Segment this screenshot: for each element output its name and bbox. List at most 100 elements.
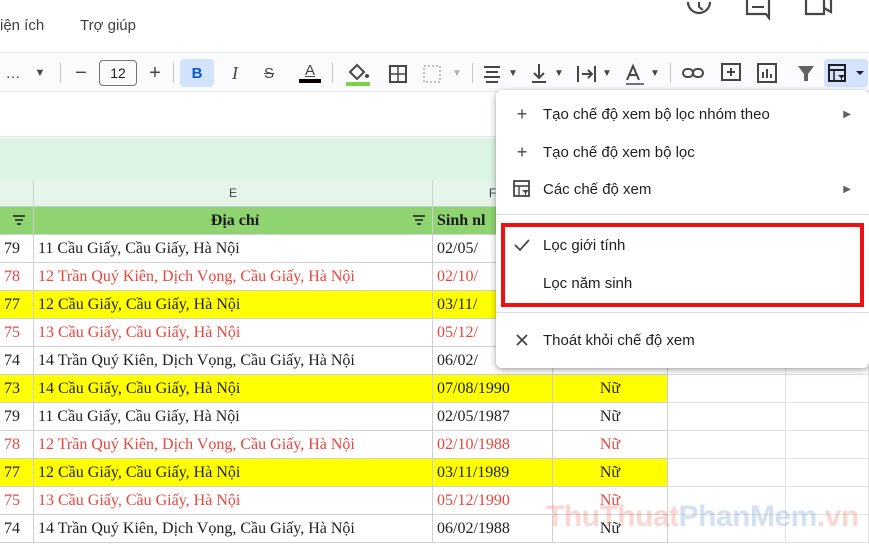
cell-number[interactable]: 79 <box>0 403 34 431</box>
history-icon[interactable] <box>684 0 714 20</box>
empty-cell[interactable] <box>786 375 869 403</box>
filter-icon[interactable] <box>412 213 426 227</box>
horizontal-align-icon[interactable] <box>480 58 504 88</box>
cell-address[interactable]: 12 Cầu Giấy, Cầu Giấy, Hà Nội <box>34 291 433 319</box>
video-call-icon[interactable] <box>804 0 834 20</box>
menu-item-exit-view[interactable]: Thoát khỏi chế độ xem <box>496 323 869 357</box>
empty-cell[interactable] <box>786 403 869 431</box>
link-icon[interactable] <box>680 58 706 88</box>
filter-icon[interactable] <box>792 59 820 87</box>
filter-views-icon <box>828 64 864 82</box>
vertical-align-icon[interactable] <box>528 58 550 88</box>
cell-number[interactable]: 74 <box>0 515 34 543</box>
italic-button[interactable]: I <box>222 58 248 88</box>
cell-birth[interactable]: 06/02/1988 <box>433 515 553 543</box>
close-icon <box>512 330 532 350</box>
text-color-button[interactable]: A <box>296 58 324 88</box>
cell-birth[interactable]: 02/10/1988 <box>433 431 553 459</box>
cell-address[interactable]: 13 Cầu Giấy, Cầu Giấy, Hà Nội <box>34 487 433 515</box>
submenu-arrow-icon: ▶ <box>843 183 851 195</box>
cell-birth[interactable]: 07/08/1990 <box>433 375 553 403</box>
cell-birth[interactable]: 02/05/1987 <box>433 403 553 431</box>
merge-chevron-icon: ▼ <box>452 67 462 79</box>
cell-address[interactable]: 12 Cầu Giấy, Cầu Giấy, Hà Nội <box>34 459 433 487</box>
font-overflow: … <box>5 64 21 82</box>
cell-address[interactable]: 14 Trần Quý Kiên, Dịch Vọng, Cầu Giấy, H… <box>34 515 433 543</box>
comment-icon[interactable] <box>744 0 772 20</box>
menu-item-label: Tạo chế độ xem bộ lọc <box>543 143 695 161</box>
column-header-e[interactable]: E <box>34 180 433 207</box>
borders-icon[interactable] <box>386 58 410 88</box>
watermark-part-3: .vn <box>816 500 859 533</box>
menu-item-label: Thoát khỏi chế độ xem <box>543 331 695 349</box>
plus-icon: + <box>516 141 528 162</box>
watermark-part-1: ThuThuat <box>546 500 679 533</box>
decrease-font-size-button[interactable]: − <box>68 58 94 88</box>
cell-address[interactable]: 12 Trần Quý Kiên, Dịch Vọng, Cầu Giấy, H… <box>34 263 433 291</box>
cell-address[interactable]: 11 Cầu Giấy, Cầu Giấy, Hà Nội <box>34 235 433 263</box>
chevron-down-icon[interactable]: ▼ <box>506 58 520 88</box>
empty-cell[interactable] <box>668 375 786 403</box>
empty-cell[interactable] <box>668 459 786 487</box>
strikethrough-button[interactable]: S <box>256 58 282 88</box>
cell-gender[interactable]: Nữ <box>553 431 668 459</box>
cell-birth[interactable]: 03/11/1989 <box>433 459 553 487</box>
watermark: ThuThuatPhanMem.vn <box>546 500 859 534</box>
filter-icon[interactable] <box>12 213 26 227</box>
menu-item-create-group-view[interactable]: + Tạo chế độ xem bộ lọc nhóm theo ▶ <box>496 97 869 131</box>
font-size-input[interactable]: 12 <box>99 60 137 86</box>
merge-cells-icon <box>423 65 441 83</box>
insert-chart-icon[interactable] <box>754 58 780 88</box>
table-row: 79 11 Cầu Giấy, Cầu Giấy, Hà Nội 02/05/198… <box>0 403 869 431</box>
cell-number[interactable]: 78 <box>0 263 34 291</box>
table-row: 78 12 Trần Quý Kiên, Dịch Vọng, Cầu Giấy,… <box>0 431 869 459</box>
menu-item-label: Tạo chế độ xem bộ lọc nhóm theo <box>543 105 770 123</box>
cell-number[interactable]: 79 <box>0 235 34 263</box>
bold-button[interactable]: B <box>180 59 214 87</box>
menu-help[interactable]: Trợ giúp <box>80 17 136 34</box>
chevron-down-icon[interactable]: ▼ <box>600 58 614 88</box>
empty-cell[interactable] <box>786 431 869 459</box>
empty-cell[interactable] <box>668 431 786 459</box>
cell-gender[interactable]: Nữ <box>553 403 668 431</box>
text-rotation-icon[interactable] <box>622 58 646 88</box>
fill-color-icon[interactable] <box>344 58 372 88</box>
text-wrapping-icon[interactable] <box>574 58 598 88</box>
cell-gender[interactable]: Nữ <box>553 459 668 487</box>
cell-address[interactable]: 14 Trần Quý Kiên, Dịch Vọng, Cầu Giấy, H… <box>34 347 433 375</box>
cell-address[interactable]: 11 Cầu Giấy, Cầu Giấy, Hà Nội <box>34 403 433 431</box>
increase-font-size-button[interactable]: + <box>142 58 168 88</box>
cell-number[interactable]: 73 <box>0 375 34 403</box>
header-cell-number[interactable] <box>0 207 34 235</box>
header-cell-address[interactable]: Địa chỉ <box>34 207 433 235</box>
menu-extensions[interactable]: iện ích <box>0 17 44 34</box>
cell-number[interactable]: 77 <box>0 459 34 487</box>
chevron-down-icon[interactable]: ▼ <box>30 58 50 88</box>
empty-cell[interactable] <box>786 459 869 487</box>
cell-number[interactable]: 75 <box>0 487 34 515</box>
cell-number[interactable]: 78 <box>0 431 34 459</box>
submenu-arrow-icon: ▶ <box>843 108 851 120</box>
empty-cell[interactable] <box>668 403 786 431</box>
filter-views-button[interactable] <box>824 59 868 87</box>
cell-address[interactable]: 12 Trần Quý Kiên, Dịch Vọng, Cầu Giấy, H… <box>34 431 433 459</box>
filter-views-icon <box>512 179 532 199</box>
chevron-down-icon[interactable]: ▼ <box>552 58 566 88</box>
cell-birth[interactable]: 05/12/1990 <box>433 487 553 515</box>
menu-item-create-view[interactable]: + Tạo chế độ xem bộ lọc <box>496 135 869 169</box>
cell-number[interactable]: 77 <box>0 291 34 319</box>
column-header-d[interactable] <box>0 180 34 207</box>
insert-comment-icon[interactable] <box>718 58 744 88</box>
cell-number[interactable]: 74 <box>0 347 34 375</box>
cell-number[interactable]: 75 <box>0 319 34 347</box>
plus-icon: + <box>516 103 528 124</box>
cell-gender[interactable]: Nữ <box>553 375 668 403</box>
menu-item-label: Các chế độ xem <box>543 180 652 198</box>
watermark-part-2: PhanMem <box>678 500 818 533</box>
toolbar: … ▼ − 12 + B I S A ▼ ▼ ▼ ▼ ▼ <box>0 52 869 92</box>
cell-address[interactable]: 14 Cầu Giấy, Cầu Giấy, Hà Nội <box>34 375 433 403</box>
chevron-down-icon[interactable]: ▼ <box>648 58 662 88</box>
menu-item-views[interactable]: Các chế độ xem ▶ <box>496 172 869 206</box>
cell-address[interactable]: 13 Cầu Giấy, Cầu Giấy, Hà Nội <box>34 319 433 347</box>
table-row: 73 14 Cầu Giấy, Cầu Giấy, Hà Nội 07/08/199… <box>0 375 869 403</box>
